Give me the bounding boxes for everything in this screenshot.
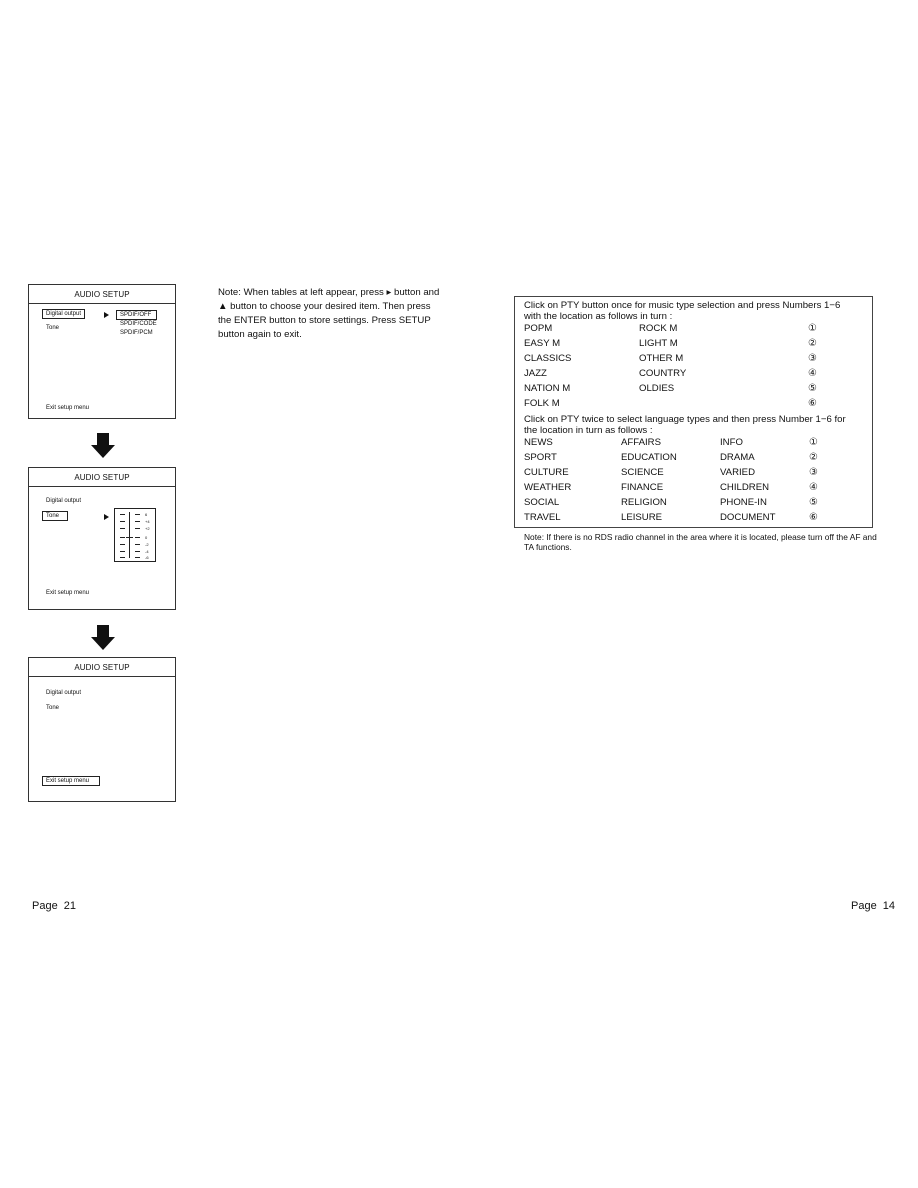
music-type-cell: COUNTRY [639, 368, 687, 379]
music-type-cell: JAZZ [524, 368, 547, 379]
language-type-cell: SOCIAL [524, 497, 560, 508]
language-type-cell: DRAMA [720, 452, 755, 463]
music-type-cell: OLDIES [639, 383, 675, 394]
down-arrow-icon [91, 625, 115, 651]
music-type-cell: CLASSICS [524, 353, 572, 364]
menu-item-tone[interactable]: Tone [46, 324, 59, 333]
scale-label: 6 [145, 512, 148, 517]
music-type-cell: OTHER M [639, 353, 684, 364]
option-spdif-off[interactable]: SPDIF/OFF [116, 310, 158, 320]
location-number: ① [808, 323, 817, 334]
location-number: ④ [809, 482, 818, 493]
panel-title: AUDIO SETUP [29, 468, 175, 487]
language-type-cell: FINANCE [621, 482, 664, 493]
menu-item-digital-output[interactable]: Digital output [42, 309, 86, 319]
menu-item-tone[interactable]: Tone [42, 511, 69, 521]
menu-item-exit[interactable]: Exit setup menu [46, 404, 89, 413]
scale-label: 0 [145, 535, 148, 540]
music-intro-line: with the location as follows in turn : [524, 311, 673, 322]
language-type-cell: LEISURE [621, 512, 663, 523]
option-spdif-pcm[interactable]: SPDIF/PCM [120, 329, 153, 338]
language-type-cell: EDUCATION [621, 452, 677, 463]
location-number: ② [808, 338, 817, 349]
right-arrow-icon [104, 514, 109, 520]
menu-item-digital-output[interactable]: Digital output [46, 497, 81, 506]
music-type-cell: NATION M [524, 383, 571, 394]
pty-table: Click on PTY button once for music type … [514, 296, 873, 528]
down-arrow-icon [91, 433, 115, 459]
menu-item-exit[interactable]: Exit setup menu [46, 589, 89, 598]
panel-title: AUDIO SETUP [29, 285, 175, 304]
music-type-cell: LIGHT M [639, 338, 678, 349]
location-number: ⑥ [809, 512, 818, 523]
audio-setup-panel-exit: AUDIO SETUP Digital output Tone Exit set… [28, 657, 176, 802]
panel-title: AUDIO SETUP [29, 658, 175, 677]
language-type-cell: INFO [720, 437, 743, 448]
scale-label: -4 [145, 549, 149, 554]
lang-intro-line: Click on PTY twice to select language ty… [524, 414, 846, 425]
language-type-cell: SCIENCE [621, 467, 664, 478]
music-type-cell: EASY M [524, 338, 561, 349]
slider-handle[interactable] [126, 537, 133, 538]
language-type-cell: NEWS [524, 437, 553, 448]
location-number: ① [809, 437, 818, 448]
page-number-right: Page 14 [851, 900, 896, 912]
location-number: ④ [808, 368, 817, 379]
language-type-cell: CHILDREN [720, 482, 770, 493]
scale-label: +4 [145, 519, 150, 524]
location-number: ⑤ [809, 497, 818, 508]
location-number: ⑥ [808, 398, 817, 409]
lang-intro-line: the location in turn as follows : [524, 425, 653, 436]
setup-note: Note: When tables at left appear, press … [218, 287, 440, 340]
rds-note: Note: If there is no RDS radio channel i… [524, 532, 877, 552]
location-number: ③ [809, 467, 818, 478]
language-type-cell: DOCUMENT [720, 512, 776, 523]
page-number-left: Page 21 [32, 900, 77, 912]
location-number: ⑤ [808, 383, 817, 394]
music-type-cell: FOLK M [524, 398, 560, 409]
language-type-cell: WEATHER [524, 482, 572, 493]
language-type-cell: RELIGION [621, 497, 667, 508]
language-type-cell: CULTURE [524, 467, 569, 478]
language-type-cell: TRAVEL [524, 512, 561, 523]
slider-track [129, 512, 130, 558]
scale-label: -6 [145, 555, 149, 560]
audio-setup-panel-digital-output: AUDIO SETUP Digital output Tone SPDIF/OF… [28, 284, 176, 419]
language-type-cell: PHONE-IN [720, 497, 767, 508]
scale-label: +2 [145, 526, 150, 531]
menu-item-tone[interactable]: Tone [46, 704, 59, 713]
music-type-cell: POPM [524, 323, 553, 334]
location-number: ② [809, 452, 818, 463]
right-arrow-icon [104, 312, 109, 318]
tone-slider[interactable]: 6 +4 +2 0 -2 -4 -6 [114, 508, 156, 562]
language-type-cell: VARIED [720, 467, 756, 478]
language-type-cell: SPORT [524, 452, 557, 463]
scale-label: -2 [145, 542, 149, 547]
location-number: ③ [808, 353, 817, 364]
music-type-cell: ROCK M [639, 323, 678, 334]
menu-item-digital-output[interactable]: Digital output [46, 689, 81, 698]
menu-item-exit[interactable]: Exit setup menu [42, 776, 101, 786]
music-intro-line: Click on PTY button once for music type … [524, 300, 841, 311]
option-spdif-code[interactable]: SPDIF/CODE [120, 320, 157, 329]
language-type-cell: AFFAIRS [621, 437, 661, 448]
